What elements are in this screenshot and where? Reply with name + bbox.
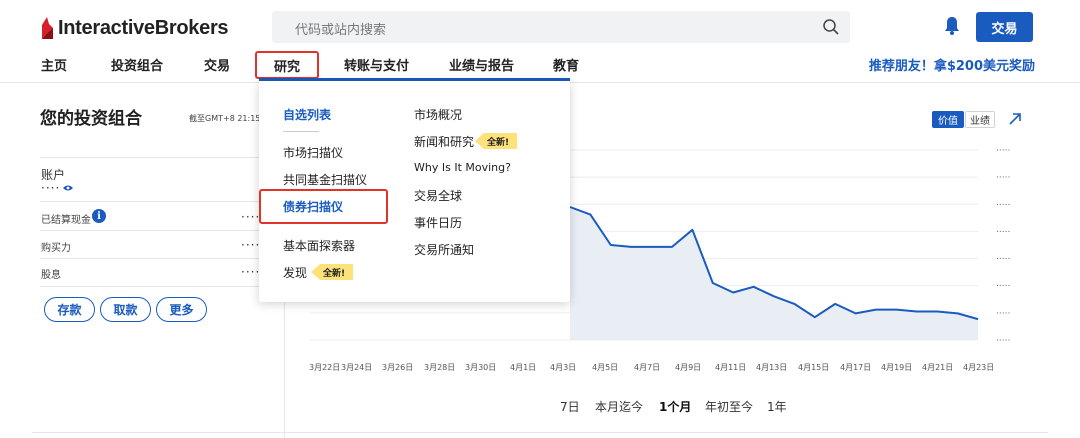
nav-home[interactable]: 主页 bbox=[41, 55, 67, 74]
x-tick-label: 3月24日 bbox=[341, 363, 373, 372]
logo-text: InteractiveBrokers bbox=[58, 16, 229, 39]
nav-performance[interactable]: 业绩与报告 bbox=[449, 55, 514, 74]
x-tick-label: 4月15日 bbox=[798, 363, 830, 372]
x-tick-label: 4月23日 bbox=[963, 363, 995, 372]
divider bbox=[40, 201, 260, 202]
y-tick-label: ····· bbox=[996, 336, 1010, 346]
expand-arrow-icon[interactable] bbox=[1008, 112, 1022, 126]
dividends-label: 股息 bbox=[41, 270, 61, 281]
account-masked-value: ···· bbox=[41, 181, 61, 195]
divider bbox=[40, 258, 260, 259]
x-tick-label: 4月21日 bbox=[922, 363, 954, 372]
range-mtd[interactable]: 本月迄今 bbox=[595, 398, 643, 415]
x-tick-label: 4月13日 bbox=[756, 363, 788, 372]
search-icon[interactable] bbox=[822, 18, 840, 36]
range-ytd[interactable]: 年初至今 bbox=[705, 398, 753, 415]
area-fill bbox=[570, 207, 978, 340]
nav-trade[interactable]: 交易 bbox=[204, 55, 230, 74]
new-badge: 全新! bbox=[311, 264, 354, 280]
y-tick-label: ····· bbox=[996, 200, 1010, 210]
research-dropdown-menu: 自选列表 市场扫描仪 共同基金扫描仪 债券扫描仪 基本面探索器 发现 全新! 市… bbox=[259, 81, 570, 302]
search-placeholder: 代码或站内搜索 bbox=[295, 23, 387, 38]
settled-cash-label: 已结算现金 bbox=[41, 215, 91, 226]
menu-fundamentals-explorer[interactable]: 基本面探索器 bbox=[283, 237, 355, 254]
y-tick-label: ····· bbox=[996, 255, 1010, 265]
menu-exchange-notices[interactable]: 交易所通知 bbox=[414, 241, 474, 258]
buying-power-label: 购买力 bbox=[41, 243, 71, 254]
menu-watchlist[interactable]: 自选列表 bbox=[283, 106, 331, 123]
x-tick-label: 3月22日 bbox=[309, 363, 341, 372]
x-tick-label: 4月9日 bbox=[675, 363, 702, 372]
withdraw-button[interactable]: 取款 bbox=[100, 297, 151, 322]
menu-separator bbox=[283, 131, 319, 132]
x-tick-label: 4月11日 bbox=[715, 363, 747, 372]
nav-research[interactable]: 研究 bbox=[255, 51, 319, 79]
x-tick-label: 4月7日 bbox=[634, 363, 661, 372]
menu-bond-scanner[interactable]: 债券扫描仪 bbox=[283, 198, 343, 215]
y-tick-label: ····· bbox=[996, 227, 1010, 237]
menu-news-research[interactable]: 新闻和研究 bbox=[414, 133, 474, 150]
dividends-value: ···· bbox=[241, 265, 261, 279]
divider bbox=[40, 286, 260, 287]
range-7d[interactable]: 7日 bbox=[560, 398, 580, 415]
divider bbox=[40, 230, 260, 231]
y-tick-label: ····· bbox=[996, 173, 1010, 183]
x-tick-label: 3月26日 bbox=[382, 363, 414, 372]
trade-button[interactable]: 交易 bbox=[976, 12, 1033, 42]
more-button[interactable]: 更多 bbox=[156, 297, 207, 322]
y-tick-label: ····· bbox=[996, 146, 1010, 156]
menu-market-scanner[interactable]: 市场扫描仪 bbox=[283, 144, 343, 161]
nav-portfolio[interactable]: 投资组合 bbox=[111, 55, 163, 74]
x-tick-label: 4月19日 bbox=[881, 363, 913, 372]
range-1y[interactable]: 1年 bbox=[767, 398, 787, 415]
buying-power-value: ···· bbox=[241, 238, 261, 252]
divider bbox=[40, 157, 260, 158]
toggle-value[interactable]: 价值 bbox=[932, 111, 964, 128]
menu-discover[interactable]: 发现 bbox=[283, 264, 307, 281]
referral-link[interactable]: 推荐朋友！拿$200美元奖励 bbox=[869, 55, 1035, 74]
x-tick-label: 3月28日 bbox=[424, 363, 456, 372]
settled-cash-value: ···· bbox=[241, 210, 261, 224]
portfolio-title: 您的投资组合 bbox=[40, 109, 142, 129]
menu-fund-scanner[interactable]: 共同基金扫描仪 bbox=[283, 171, 367, 188]
ib-logo[interactable]: InteractiveBrokers bbox=[40, 14, 229, 42]
x-tick-label: 4月1日 bbox=[510, 363, 537, 372]
bell-icon[interactable] bbox=[944, 16, 960, 36]
ib-flame-icon bbox=[42, 17, 53, 39]
menu-trade-global[interactable]: 交易全球 bbox=[414, 187, 462, 204]
y-tick-label: ····· bbox=[996, 282, 1010, 292]
nav-education[interactable]: 教育 bbox=[553, 55, 579, 74]
range-1m[interactable]: 1个月 bbox=[659, 398, 691, 415]
new-badge: 全新! bbox=[475, 133, 518, 149]
menu-why-is-it-moving[interactable]: Why Is It Moving? bbox=[414, 161, 511, 174]
bottom-divider bbox=[32, 432, 1048, 433]
menu-event-calendar[interactable]: 事件日历 bbox=[414, 214, 462, 231]
eye-icon[interactable] bbox=[63, 184, 73, 192]
x-tick-label: 3月30日 bbox=[465, 363, 497, 372]
menu-market-overview[interactable]: 市场概况 bbox=[414, 106, 462, 123]
x-tick-label: 4月5日 bbox=[592, 363, 619, 372]
nav-transfer[interactable]: 转账与支付 bbox=[344, 55, 409, 74]
x-tick-label: 4月3日 bbox=[550, 363, 577, 372]
toggle-performance[interactable]: 业绩 bbox=[965, 111, 995, 128]
deposit-button[interactable]: 存款 bbox=[44, 297, 95, 322]
x-tick-label: 4月17日 bbox=[840, 363, 872, 372]
search-bar[interactable]: 代码或站内搜索 bbox=[272, 11, 850, 43]
y-tick-label: ····· bbox=[996, 309, 1010, 319]
info-icon[interactable]: i bbox=[92, 209, 106, 223]
